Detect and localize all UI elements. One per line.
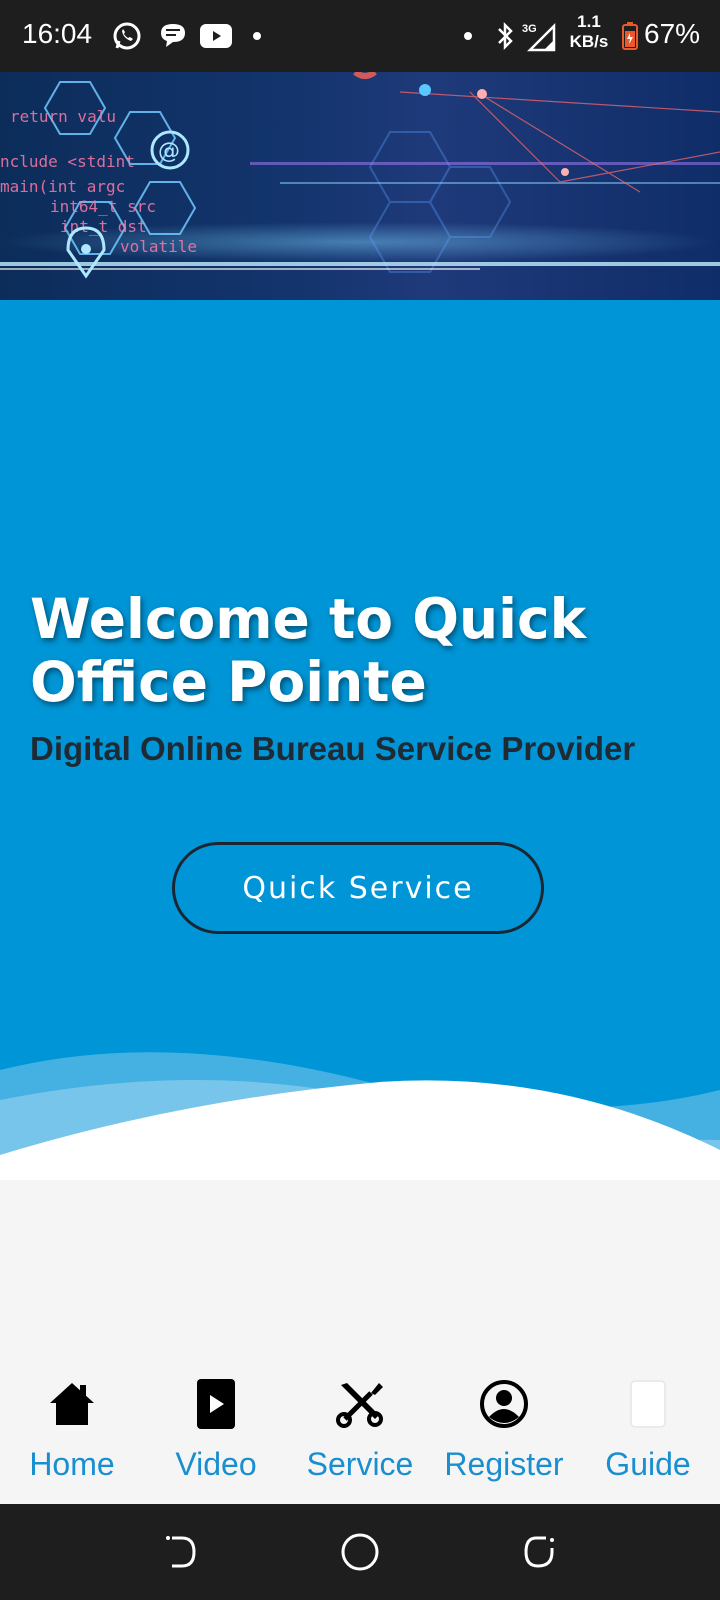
nav-label-home: Home <box>29 1446 115 1482</box>
network-type-label: 3G <box>522 23 537 35</box>
nav-item-video[interactable]: Video <box>144 1356 288 1504</box>
battery-percentage: 67% <box>644 18 701 49</box>
tools-icon <box>335 1374 385 1434</box>
nav-label-register: Register <box>444 1446 564 1482</box>
home-circle-icon[interactable] <box>340 1532 380 1572</box>
nav-item-service[interactable]: Service <box>288 1356 432 1504</box>
svg-text:nclude <stdint: nclude <stdint <box>0 152 135 171</box>
battery-icon <box>620 20 640 52</box>
status-time: 16:04 <box>22 18 93 49</box>
home-icon <box>48 1374 96 1434</box>
svg-text:return valu: return valu <box>10 107 116 126</box>
guide-icon <box>629 1374 667 1434</box>
network-speed-value: 1.1 <box>577 12 601 31</box>
youtube-icon <box>198 20 234 52</box>
svg-text:@: @ <box>158 139 180 164</box>
notification-dot-icon <box>464 32 472 40</box>
status-bar: 16:04 3G 1.1 KB/s 67% <box>0 0 720 72</box>
svg-text:main(int argc: main(int argc <box>0 177 125 196</box>
recents-icon[interactable] <box>520 1532 560 1572</box>
nav-label-guide: Guide <box>605 1446 691 1482</box>
svg-text:int64_t src: int64_t src <box>50 197 156 216</box>
wave-divider <box>0 1052 720 1180</box>
nav-item-register[interactable]: Register <box>432 1356 576 1504</box>
nav-label-video: Video <box>175 1446 257 1482</box>
system-navigation-bar <box>0 1504 720 1600</box>
bottom-navigation: Home Video Service Register Guide <box>0 1356 720 1504</box>
video-icon <box>197 1374 235 1434</box>
welcome-banner: Welcome to Quick Office Pointe Digital O… <box>0 300 720 1180</box>
nav-item-home[interactable]: Home <box>0 1356 144 1504</box>
nav-label-service: Service <box>306 1446 414 1482</box>
account-circle-icon <box>479 1374 529 1434</box>
hero-technology-image: return valu nclude <stdint main(int argc… <box>0 72 720 300</box>
network-speed-unit: KB/s <box>569 32 609 51</box>
quick-service-button[interactable]: Quick Service <box>172 842 544 934</box>
signal-icon: 3G <box>522 20 558 52</box>
back-icon[interactable] <box>160 1532 200 1572</box>
network-speed: 1.1 KB/s <box>564 12 614 52</box>
notification-dot-icon <box>253 32 261 40</box>
svg-text:volatile: volatile <box>120 237 197 256</box>
nav-item-guide[interactable]: Guide <box>576 1356 720 1504</box>
banner-subtitle: Digital Online Bureau Service Provider <box>30 730 636 767</box>
whatsapp-icon <box>110 20 144 52</box>
messages-icon <box>156 20 190 52</box>
bluetooth-icon <box>494 20 516 52</box>
banner-title: Welcome to Quick Office Pointe <box>30 587 587 714</box>
